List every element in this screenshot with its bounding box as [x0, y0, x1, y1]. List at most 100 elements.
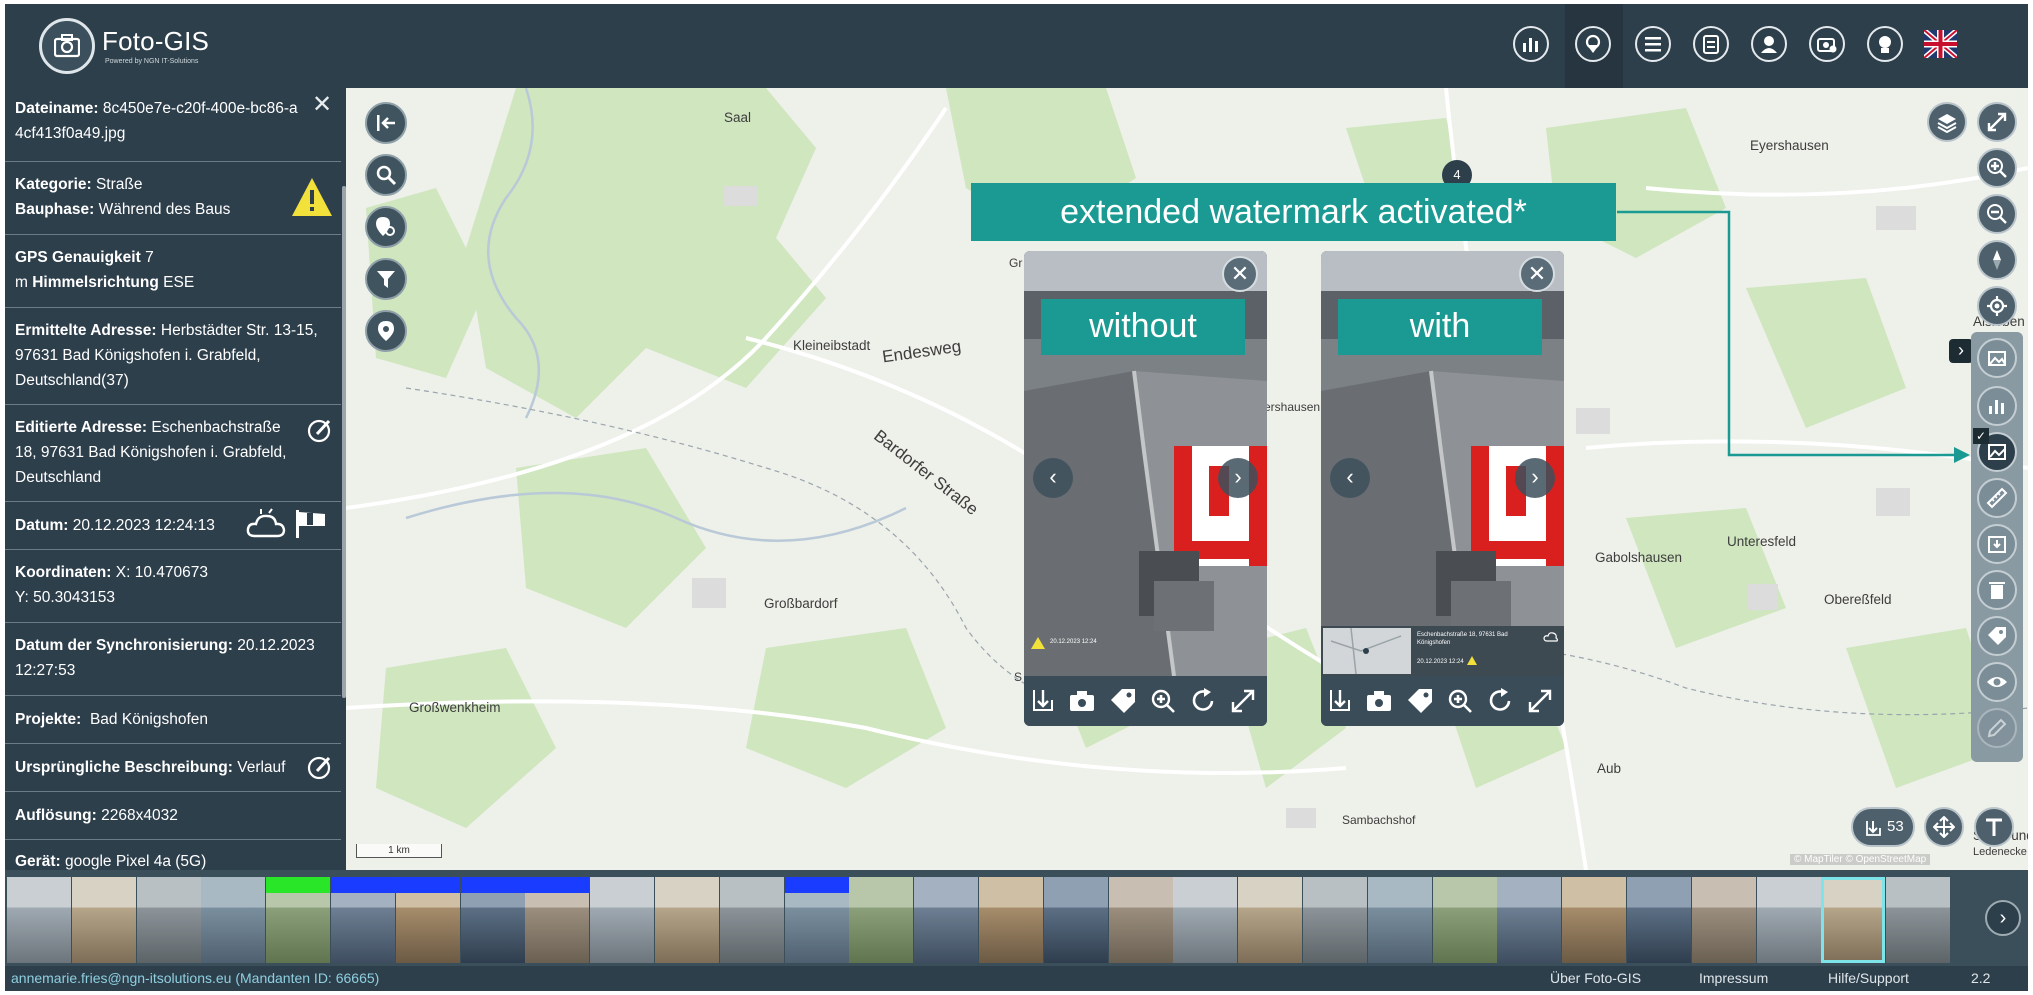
photo-thumbnail[interactable]: [395, 877, 460, 963]
photo-gallery-tool-icon[interactable]: [1977, 338, 2017, 378]
fit-extent-button[interactable]: [1924, 807, 1964, 847]
collapse-sidebar-button[interactable]: [365, 102, 407, 144]
photo-thumbnail[interactable]: [849, 877, 914, 963]
photo-thumbnail[interactable]: [719, 877, 784, 963]
previous-photo-button[interactable]: ‹: [1330, 458, 1370, 498]
description-row: Ursprüngliche Beschreibung: Verlauf: [5, 744, 341, 792]
imprint-link[interactable]: Impressum: [1699, 966, 1768, 991]
user-profile-icon[interactable]: [1867, 26, 1903, 62]
edit-icon[interactable]: [307, 754, 333, 780]
photo-thumbnail[interactable]: [266, 877, 331, 963]
visibility-tool-icon[interactable]: [1977, 662, 2017, 702]
ruler-tool-icon[interactable]: [1977, 478, 2017, 518]
photo-thumbnail[interactable]: [136, 877, 201, 963]
search-button[interactable]: [365, 154, 407, 196]
photo-location-icon[interactable]: [1575, 26, 1611, 62]
list-icon[interactable]: [1635, 26, 1671, 62]
zoom-in-button[interactable]: [1977, 148, 2017, 188]
photo-count-button[interactable]: 53: [1851, 807, 1915, 847]
uk-flag-icon[interactable]: [1922, 28, 1959, 60]
compass-button[interactable]: [1977, 240, 2017, 280]
draw-tool-icon[interactable]: [1977, 708, 2017, 748]
photo-thumbnail[interactable]: [1627, 877, 1691, 963]
map-attribution[interactable]: © MapTiler © OpenStreetMap: [1790, 854, 1931, 865]
photo-thumbnail[interactable]: [331, 877, 395, 963]
user-admin-icon[interactable]: [1751, 26, 1787, 62]
photo-thumbnail[interactable]: [1562, 877, 1627, 963]
help-support-link[interactable]: Hilfe/Support: [1828, 966, 1909, 991]
close-preview-icon[interactable]: ✕: [1222, 256, 1258, 292]
zoom-icon[interactable]: [1445, 686, 1475, 716]
location-search-button[interactable]: [365, 206, 407, 248]
edit-icon[interactable]: [307, 417, 333, 443]
rotate-icon[interactable]: [1485, 686, 1515, 716]
map-view[interactable]: Saal Eyershausen Kleineibstadt Endesweg …: [346, 88, 2028, 870]
photo-thumbnail[interactable]: [914, 877, 979, 963]
clipboard-list-icon[interactable]: [1693, 26, 1729, 62]
download-icon[interactable]: [1325, 686, 1355, 716]
edited-address-row: Editierte Adresse: Eschenbachstraße 18, …: [5, 405, 341, 502]
text-tool-button[interactable]: [1974, 807, 2014, 847]
thumbnails-next-button[interactable]: ›: [1985, 900, 2021, 936]
close-preview-icon[interactable]: ✕: [1519, 256, 1555, 292]
fullscreen-button[interactable]: [1977, 102, 2017, 142]
bar-chart-icon[interactable]: [1513, 26, 1549, 62]
photo-thumbnail[interactable]: [1043, 877, 1108, 963]
photo-thumbnail[interactable]: [1821, 877, 1886, 963]
zoom-icon[interactable]: [1148, 686, 1178, 716]
photo-thumbnail[interactable]: [1238, 877, 1303, 963]
previous-photo-button[interactable]: ‹: [1033, 458, 1073, 498]
coordinates-row: Koordinaten: X: 10.470673 Y: 50.3043153: [5, 550, 341, 623]
statistics-tool-icon[interactable]: [1977, 386, 2017, 426]
camera-icon[interactable]: [1365, 686, 1395, 716]
toggle-tools-button[interactable]: ›: [1949, 339, 1973, 363]
photo-thumbnail[interactable]: [7, 877, 71, 963]
camera-logo-icon[interactable]: [39, 18, 95, 74]
expand-icon[interactable]: [1228, 686, 1258, 716]
zoom-out-button[interactable]: [1977, 194, 2017, 234]
gps-row: GPS Genauigkeit 7 m Himmelsrichtung ESE: [5, 235, 341, 308]
photo-thumbnail[interactable]: [979, 877, 1043, 963]
photo-thumbnail[interactable]: [525, 877, 590, 963]
photo-thumbnail[interactable]: [1173, 877, 1238, 963]
locate-me-button[interactable]: [1977, 286, 2017, 326]
photo-thumbnail[interactable]: [784, 877, 849, 963]
download-icon[interactable]: [1028, 686, 1058, 716]
photo-thumbnail[interactable]: [201, 877, 266, 963]
watermark-checkbox-icon[interactable]: ✓: [1973, 428, 1989, 444]
expand-icon[interactable]: [1525, 686, 1555, 716]
thumbnail-tag-bar: [784, 877, 849, 893]
photo-thumbnail[interactable]: [1497, 877, 1562, 963]
delete-tool-icon[interactable]: [1977, 570, 2017, 610]
filter-button[interactable]: [365, 258, 407, 300]
tag-tool-icon[interactable]: [1977, 616, 2017, 656]
photo-thumbnail[interactable]: [655, 877, 719, 963]
photo-thumbnail[interactable]: [460, 877, 525, 963]
photo-thumbnail[interactable]: [71, 877, 136, 963]
tag-icon[interactable]: [1108, 686, 1138, 716]
photo-thumbnail[interactable]: [1303, 877, 1367, 963]
map-label-unteresfeld: Unteresfeld: [1727, 534, 1797, 549]
photo-thumbnail[interactable]: [590, 877, 655, 963]
camera-settings-icon[interactable]: [1809, 26, 1845, 62]
photo-thumbnail[interactable]: [1886, 877, 1951, 963]
photo-thumbnail[interactable]: [1432, 877, 1497, 963]
photo-thumbnail[interactable]: [1691, 877, 1756, 963]
photo-thumbnail[interactable]: [1756, 877, 1821, 963]
layers-button[interactable]: [1927, 102, 1967, 142]
next-photo-button[interactable]: ›: [1515, 458, 1555, 498]
tag-icon[interactable]: [1405, 686, 1435, 716]
projects-label: Projekte:: [15, 711, 82, 728]
map-label-aub: Aub: [1597, 761, 1622, 776]
photo-thumbnail[interactable]: [1367, 877, 1432, 963]
archive-tool-icon[interactable]: [1977, 524, 2017, 564]
sync-row: Datum der Synchronisierung: 20.12.2023 1…: [5, 623, 341, 696]
about-link[interactable]: Über Foto-GIS: [1550, 966, 1641, 991]
rotate-icon[interactable]: [1188, 686, 1218, 716]
resolution-value: 2268x4032: [101, 807, 178, 824]
camera-icon[interactable]: [1068, 686, 1098, 716]
photo-thumbnail[interactable]: [1108, 877, 1173, 963]
next-photo-button[interactable]: ›: [1218, 458, 1258, 498]
photo-count: 53: [1887, 818, 1904, 835]
map-pin-button[interactable]: [365, 310, 407, 352]
